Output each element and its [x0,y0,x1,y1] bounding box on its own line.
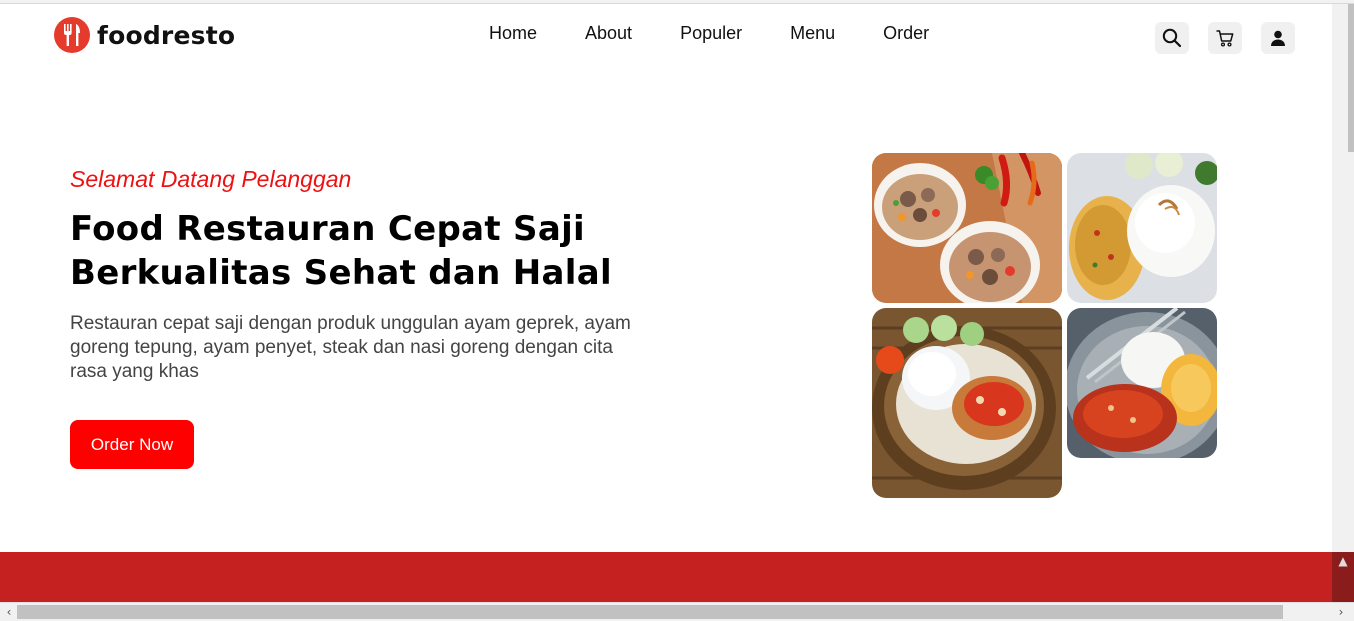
nav-home[interactable]: Home [489,22,537,44]
headline-line-1: Food Restauran Cepat Saji [70,209,585,249]
user-icon [1271,30,1285,46]
logo[interactable]: foodresto [54,17,235,53]
food-photo-geprek-basket [872,308,1062,498]
main-nav: Home About Populer Menu Order [489,22,977,44]
nav-populer[interactable]: Populer [680,22,742,44]
hero-description: Restauran cepat saji dengan produk unggu… [70,313,631,382]
food-photo-penyet-plate [1067,308,1217,458]
headline-line-2: Berkualitas Sehat dan Halal [70,253,612,293]
cart-icon [1216,30,1234,47]
welcome-text: Selamat Datang Pelanggan [70,166,352,192]
brand-name: foodresto [97,20,236,50]
horizontal-scrollbar[interactable]: ‹ › [0,602,1354,621]
nav-about[interactable]: About [585,22,632,44]
cart-button[interactable] [1208,22,1242,54]
account-button[interactable] [1261,22,1295,54]
food-photo-omelette-rice [1067,153,1217,303]
scroll-left-arrow-icon[interactable]: ‹ [2,605,16,619]
scroll-right-arrow-icon[interactable]: › [1334,605,1348,619]
vertical-scrollbar[interactable]: ▲ [1332,4,1354,602]
vertical-scroll-thumb[interactable] [1348,4,1354,152]
fork-knife-icon [54,17,90,53]
food-photo-soup [872,153,1062,303]
next-section-band [0,552,1332,602]
horizontal-scroll-thumb[interactable] [17,605,1283,619]
vertical-scroll-track-lower: ▲ [1332,552,1354,602]
browser-top-edge [0,0,1354,4]
nav-menu[interactable]: Menu [790,22,835,44]
hero-headline: Food Restauran Cepat Saji Berkualitas Se… [70,207,710,295]
search-button[interactable] [1155,22,1189,54]
order-now-button[interactable]: Order Now [70,420,194,469]
scroll-up-arrow-icon[interactable]: ▲ [1336,554,1350,568]
nav-order[interactable]: Order [883,22,929,44]
search-icon [1162,28,1182,48]
